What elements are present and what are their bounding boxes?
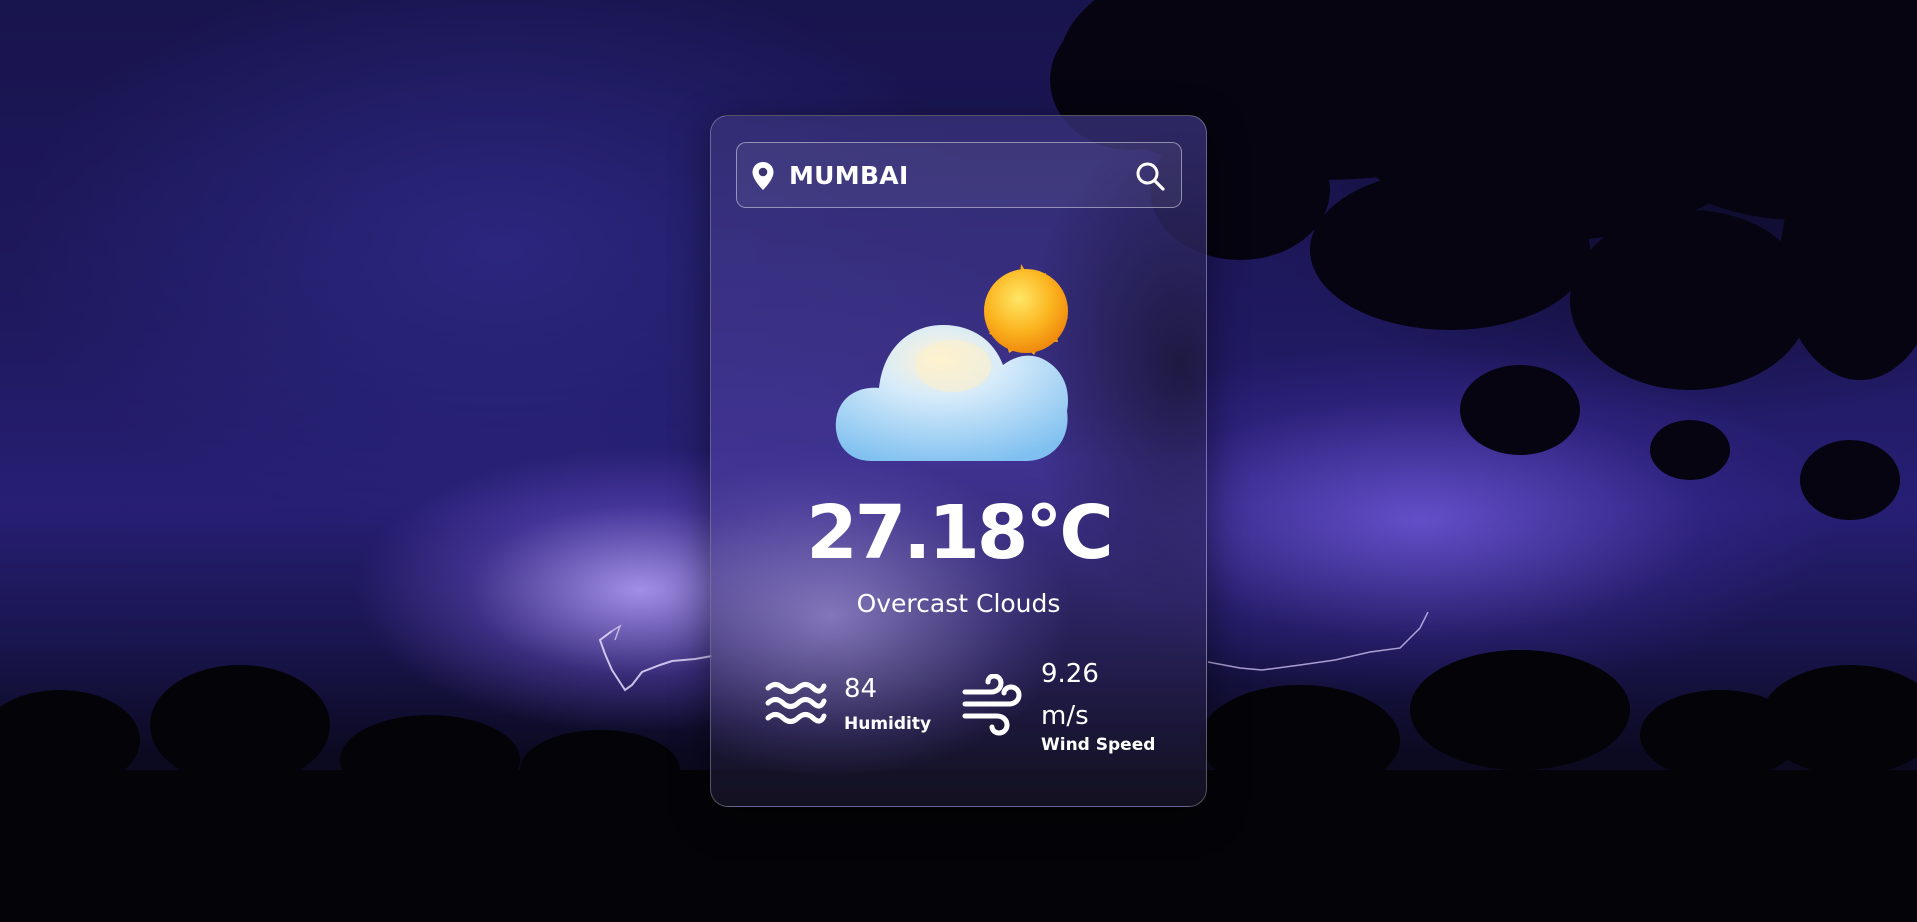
wind-speed-label: Wind Speed — [1041, 735, 1156, 755]
humidity-waves-icon — [765, 682, 827, 724]
humidity-value: 84 — [844, 674, 878, 704]
humidity-label: Humidity — [844, 714, 932, 734]
weather-card: 27.18°C Overcast Clouds 84 Humidity 9.26… — [710, 115, 1207, 807]
search-bar — [736, 142, 1182, 208]
cloud-with-sun-icon — [835, 264, 1068, 461]
location-pin-icon — [752, 162, 774, 190]
wind-icon — [962, 674, 1022, 736]
weather-condition: Overcast Clouds — [856, 589, 1061, 618]
search-icon[interactable] — [1135, 161, 1165, 191]
weather-app-screen: 27.18°C Overcast Clouds 84 Humidity 9.26… — [0, 0, 1917, 922]
wind-speed-value: 9.26 m/s — [1041, 659, 1099, 731]
sun-icon — [984, 264, 1068, 355]
lightning-bolt-left-branch — [611, 624, 622, 641]
city-search-input[interactable] — [789, 156, 1109, 194]
lightning-bolt-left — [598, 630, 713, 692]
temperature-value: 27.18°C — [806, 490, 1113, 576]
lightning-bolt-right — [1207, 611, 1429, 671]
